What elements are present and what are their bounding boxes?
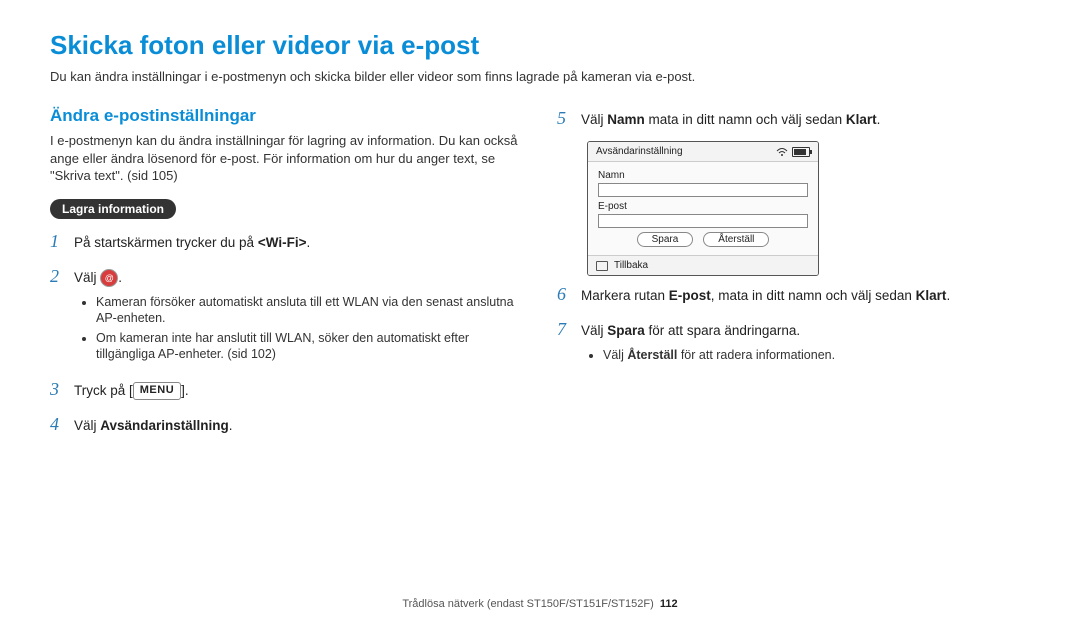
device-label-email: E-post	[598, 201, 808, 212]
device-field-name[interactable]	[598, 183, 808, 197]
step-6-bold2: Klart	[916, 288, 947, 303]
page-footer: Trådlösa nätverk (endast ST150F/ST151F/S…	[0, 598, 1080, 610]
section-heading: Ändra e-postinställningar	[50, 106, 523, 126]
step-5-post: .	[877, 112, 881, 127]
step-4: 4 Välj Avsändarinställning.	[50, 412, 523, 437]
step-1-text-pre: På startskärmen trycker du på	[74, 235, 258, 250]
page-title: Skicka foton eller videor via e-post	[50, 30, 1030, 61]
step-3: 3 Tryck på [MENU].	[50, 377, 523, 402]
step-7: 7 Välj Spara för att spara ändringarna. …	[557, 317, 1030, 367]
device-field-email[interactable]	[598, 214, 808, 228]
step-2-bullet-1: Kameran försöker automatiskt ansluta til…	[96, 294, 523, 327]
step-4-text-pre: Välj	[74, 418, 100, 433]
right-column: 5 Välj Namn mata in ditt namn och välj s…	[557, 106, 1030, 447]
menu-button-icon: MENU	[133, 382, 181, 399]
pill-lagra-information: Lagra information	[50, 199, 176, 219]
footer-text: Trådlösa nätverk (endast ST150F/ST151F/S…	[402, 598, 653, 610]
step-7-bullet-1: Välj Återställ för att radera informatio…	[603, 347, 1030, 363]
step-5-bold1: Namn	[607, 112, 645, 127]
step-3-text-post: ].	[181, 383, 189, 398]
step-2: 2 Välj @. Kameran försöker automatiskt a…	[50, 264, 523, 367]
step-1-bold: <Wi‑Fi>	[258, 235, 307, 250]
step-6-mid: , mata in ditt namn och välj sedan	[711, 288, 916, 303]
section-description: I e-postmenyn kan du ändra inställningar…	[50, 132, 523, 185]
step-5: 5 Välj Namn mata in ditt namn och välj s…	[557, 106, 1030, 131]
wifi-icon	[776, 147, 788, 157]
step-1: 1 På startskärmen trycker du på <Wi‑Fi>.	[50, 229, 523, 254]
step-4-text-post: .	[229, 418, 233, 433]
step-6: 6 Markera rutan E-post, mata in ditt nam…	[557, 282, 1030, 307]
device-save-button[interactable]: Spara	[637, 232, 694, 247]
page-subtitle: Du kan ändra inställningar i e-postmenyn…	[50, 69, 1030, 84]
device-footer-back[interactable]: Tillbaka	[614, 260, 648, 271]
step-1-text-post: .	[306, 235, 310, 250]
device-title: Avsändarinställning	[596, 146, 683, 157]
step-5-mid: mata in ditt namn och välj sedan	[645, 112, 846, 127]
footer-page-number: 112	[660, 598, 678, 610]
step-6-pre: Markera rutan	[581, 288, 669, 303]
device-screen: Avsändarinställning Namn E-post	[587, 141, 819, 276]
back-icon	[596, 261, 608, 271]
email-icon: @	[100, 269, 118, 287]
step-5-pre: Välj	[581, 112, 607, 127]
step-2-text: Välj	[74, 270, 100, 285]
step-5-bold2: Klart	[846, 112, 877, 127]
step-6-bold1: E-post	[669, 288, 711, 303]
left-column: Ändra e-postinställningar I e-postmenyn …	[50, 106, 523, 447]
step-6-post: .	[946, 288, 950, 303]
step-7-post: för att spara ändringarna.	[645, 323, 800, 338]
step-7-bullet-bold: Återställ	[627, 348, 677, 362]
step-3-text-pre: Tryck på [	[74, 383, 133, 398]
step-7-bold1: Spara	[607, 323, 645, 338]
step-4-bold: Avsändarinställning	[100, 418, 229, 433]
step-2-bullet-2: Om kameran inte har anslutit till WLAN, …	[96, 330, 523, 363]
step-7-pre: Välj	[581, 323, 607, 338]
device-label-name: Namn	[598, 170, 808, 181]
step-7-bullet-pre: Välj	[603, 348, 627, 362]
battery-icon	[792, 147, 810, 157]
device-reset-button[interactable]: Återställ	[703, 232, 769, 247]
step-7-bullet-post: för att radera informationen.	[677, 348, 835, 362]
